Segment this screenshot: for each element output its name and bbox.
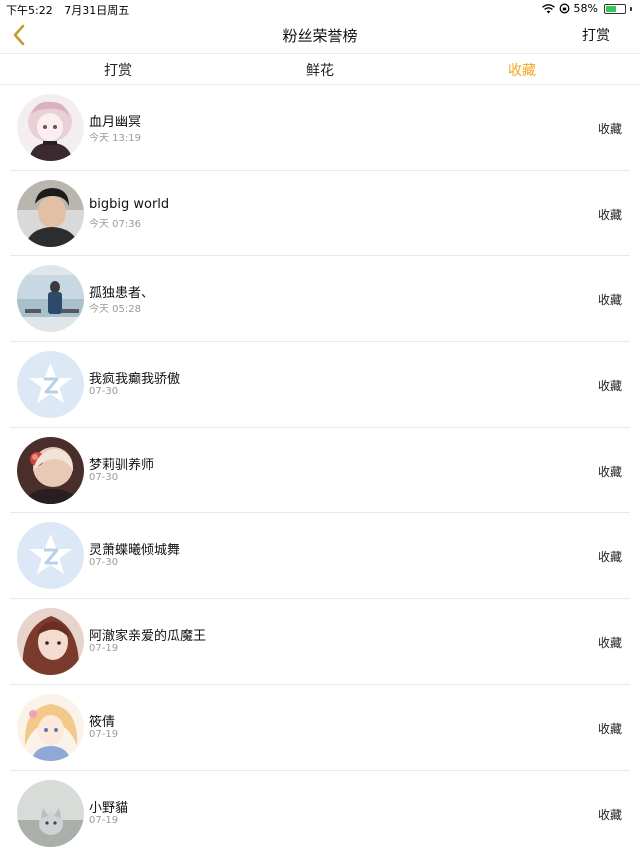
nav-bar: 粉丝荣誉榜 打赏: [0, 18, 640, 52]
fan-time: 07-30: [89, 386, 119, 398]
fan-name: 灵萧蝶曦倾城舞: [89, 543, 181, 559]
tab-favorites[interactable]: 收藏: [508, 60, 536, 80]
fan-time: 07-30: [89, 557, 119, 569]
fan-time: 07-19: [89, 643, 119, 655]
tab-bar: 打赏 鲜花 收藏: [0, 53, 640, 85]
fan-action: 收藏: [597, 122, 622, 136]
avatar: [17, 94, 84, 161]
list-item[interactable]: 小野貓 07-19 收藏: [10, 771, 630, 853]
reward-button[interactable]: 打赏: [582, 25, 610, 45]
fan-name: bigbig world: [89, 196, 170, 212]
list-item[interactable]: 灵萧蝶曦倾城舞 07-30 收藏: [10, 513, 630, 600]
status-time: 下午5:22: [6, 4, 53, 17]
fan-action: 收藏: [597, 379, 622, 394]
fan-time: 07-30: [89, 471, 119, 483]
wifi-icon: [541, 3, 555, 13]
list-item[interactable]: 我疯我癫我骄傲 07-30 收藏: [10, 342, 630, 428]
fan-time: 今天 13:19: [89, 133, 141, 144]
status-left: 下午5:22 7月31日周五: [6, 2, 129, 18]
list-item[interactable]: bigbig world 今天 07:36 收藏: [10, 171, 630, 257]
fan-name: 筱倩: [89, 714, 116, 730]
fan-action: 收藏: [597, 293, 622, 308]
fan-name: 血月幽冥: [89, 115, 142, 130]
avatar: [17, 608, 84, 676]
list-item[interactable]: 阿澈家亲爱的瓜魔王 07-19 收藏: [10, 599, 630, 685]
fan-name: 孤独患者、: [89, 286, 155, 302]
orientation-lock-icon: [559, 3, 569, 14]
battery-cap: [630, 6, 632, 11]
fan-time: 今天 07:36: [89, 218, 141, 230]
status-date: 7月31日周五: [64, 4, 130, 17]
tab-flowers[interactable]: 鲜花: [306, 60, 334, 80]
fan-action: 收藏: [597, 807, 622, 822]
list-item[interactable]: 孤独患者、 今天 05:28 收藏: [10, 256, 630, 343]
fan-action: 收藏: [597, 207, 622, 222]
fan-name: 阿澈家亲爱的瓜魔王: [89, 629, 207, 645]
battery-icon: [604, 3, 626, 14]
fan-time: 今天 05:28: [89, 304, 141, 316]
page-title: 粉丝荣誉榜: [282, 27, 358, 45]
avatar: [17, 265, 84, 333]
list-item[interactable]: 筱倩 07-19 收藏: [10, 685, 630, 771]
fan-action: 收藏: [597, 721, 622, 736]
fan-name: 梦莉驯养师: [89, 457, 155, 473]
fan-action: 收藏: [597, 550, 622, 565]
status-right: 58%: [541, 2, 632, 15]
battery-fill: [606, 5, 616, 12]
battery-percent: 58%: [573, 2, 598, 15]
avatar: [17, 436, 84, 504]
default-avatar-star-icon: [17, 522, 84, 590]
status-bar: 下午5:22 7月31日周五 58%: [0, 0, 640, 18]
fan-action: 收藏: [597, 464, 622, 479]
fan-name: 小野貓: [89, 800, 129, 816]
list-item[interactable]: 梦莉驯养师 07-30 收藏: [10, 428, 630, 514]
fan-time: 07-19: [89, 728, 119, 740]
default-avatar-star-icon: [17, 351, 84, 419]
fan-name: 我疯我癫我骄傲: [89, 372, 181, 388]
tab-reward[interactable]: 打赏: [104, 60, 132, 80]
fan-action: 收藏: [597, 636, 622, 651]
list-item[interactable]: 血月幽冥 今天 13:19 收藏: [10, 85, 630, 171]
fan-time: 07-19: [89, 814, 119, 826]
avatar: [17, 779, 84, 847]
avatar: [17, 179, 84, 247]
fan-list: 血月幽冥 今天 13:19 收藏 bigbig world 今天 07:36 收…: [10, 85, 630, 853]
avatar: [17, 693, 84, 761]
